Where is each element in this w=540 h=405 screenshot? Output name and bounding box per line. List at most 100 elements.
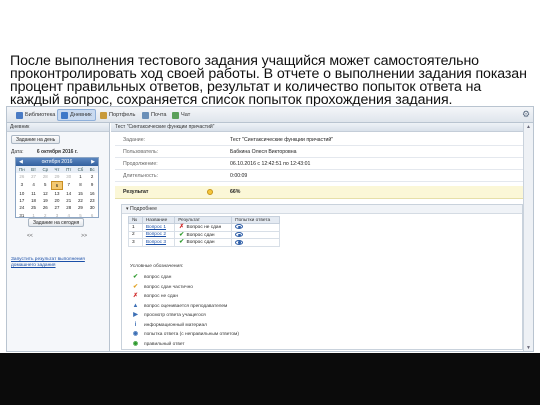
calendar-day[interactable]: 18 (28, 197, 40, 204)
nav-library-label: Библиотека (25, 112, 56, 118)
date-label: Дата: 6 октября 2016 г. (11, 149, 78, 155)
library-icon (16, 111, 23, 119)
row-number: 2 (128, 230, 143, 240)
question-link[interactable]: Вопрос 1 (141, 223, 176, 232)
info-icon: i (134, 321, 137, 328)
row-status: Вопрос сдан (186, 232, 215, 238)
nav-portfolio-label: Портфель (109, 112, 136, 118)
legend-item: ▲ вопрос оценивается преподавателем (132, 302, 332, 312)
calendar-day[interactable]: 3 (16, 181, 28, 190)
calendar-day[interactable]: 15 (75, 190, 87, 197)
calendar-day[interactable]: 30 (86, 204, 98, 211)
legend-label: вопрос оценивается преподавателем (144, 303, 228, 309)
calendar-day[interactable]: 16 (86, 190, 98, 197)
nav-library[interactable]: Библиотека (13, 109, 58, 121)
calendar-day[interactable]: 21 (63, 197, 75, 204)
question-link[interactable]: Вопрос 2 (141, 230, 176, 240)
calendar-day[interactable]: 23 (86, 197, 98, 204)
attempt-view-icon[interactable] (235, 224, 244, 230)
result-value: 66% (230, 189, 241, 195)
info-key: Задание: (123, 137, 146, 143)
nav-mail[interactable]: Почта (139, 109, 170, 121)
calendar-day[interactable]: 7 (63, 181, 75, 190)
calendar-day[interactable]: 29 (75, 204, 87, 211)
calendar-day[interactable]: 25 (28, 204, 40, 211)
calendar-day[interactable]: 24 (16, 204, 28, 211)
calendar-day[interactable]: 28 (39, 173, 51, 180)
calendar-day[interactable]: 13 (51, 190, 63, 197)
nav-portfolio[interactable]: Портфель (97, 109, 138, 121)
nav-chat[interactable]: Чат (169, 109, 193, 121)
calendar-day[interactable]: 11 (28, 190, 40, 197)
result-key: Результат (123, 189, 149, 195)
calendar-day[interactable]: 9 (86, 181, 98, 190)
calendar-day[interactable]: 8 (75, 181, 87, 190)
diary-icon (61, 111, 68, 119)
calendar-day[interactable]: 27 (51, 204, 63, 211)
info-value: Бабкина Олеся Викторовна (230, 149, 297, 155)
calendar-day[interactable]: 28 (63, 204, 75, 211)
calendar-day[interactable]: 6 (86, 212, 98, 219)
legend-item: ◉ правильный ответ (132, 340, 332, 350)
calendar-day[interactable]: 29 (51, 173, 63, 180)
prev-month-icon[interactable]: ◀ (19, 158, 23, 166)
scroll-down-icon[interactable]: ▼ (525, 345, 532, 351)
question-link[interactable]: Вопрос 3 (141, 238, 176, 247)
next-month-icon[interactable]: ▶ (91, 158, 95, 166)
teacher-icon: ▲ (132, 302, 139, 309)
calendar-dow: Пн (16, 166, 28, 174)
legend-label: вопрос не сдан (144, 294, 178, 299)
calendar-day[interactable]: 26 (16, 173, 28, 180)
nav-diary[interactable]: Дневник (57, 109, 96, 121)
details-header[interactable]: ▾ Подробнее (122, 205, 522, 214)
gear-icon[interactable]: ⚙ (522, 110, 531, 119)
row-result: ✗ Вопрос не сдан (174, 223, 233, 232)
result-medal-icon (207, 189, 213, 195)
calendar-dow: Сб (74, 166, 87, 174)
info-value: Тест "Синтаксические функции причастий" (230, 137, 334, 143)
details-label: Подробнее (130, 206, 157, 212)
scrollbar[interactable]: ▲ ▼ (523, 123, 533, 351)
goto-day-button[interactable]: Задание на день (11, 135, 61, 144)
calendar-day[interactable]: 5 (39, 181, 51, 190)
calendar-day[interactable]: 10 (16, 190, 28, 197)
calendar-dow: Пт (62, 166, 75, 174)
calendar-day[interactable]: 27 (28, 173, 40, 180)
calendar-header: ◀ октября 2016 ▶ (16, 158, 98, 166)
run-results-link[interactable]: Запустить результат выполнения домашнего… (11, 257, 107, 269)
calendar-day[interactable]: 30 (63, 173, 75, 180)
report-tab[interactable]: Тест "Синтаксические функции причастий" (111, 123, 525, 132)
calendar: ◀ октября 2016 ▶ Пн Вт Ср Чт Пт Сб Вс 26 27 28 29 3… (15, 157, 99, 218)
date-value: 6 октября 2016 г. (36, 149, 78, 155)
table-header-row: № Название Результат Попытки ответа (128, 216, 280, 224)
calendar-day[interactable]: 2 (86, 173, 98, 180)
calendar-day[interactable]: 4 (28, 181, 40, 190)
row-result: ✔ Вопрос сдан (174, 238, 233, 247)
next-week-button[interactable]: >> (81, 233, 87, 240)
calendar-day[interactable]: 1 (75, 173, 87, 180)
calendar-day[interactable]: 22 (75, 197, 87, 204)
row-status: Вопрос не сдан (186, 225, 222, 231)
calendar-day[interactable]: 6 (51, 180, 63, 190)
calendar-day[interactable]: 17 (16, 197, 28, 204)
calendar-day[interactable]: 26 (39, 204, 51, 211)
calendar-day[interactable]: 12 (39, 190, 51, 197)
today-button[interactable]: Задание на сегодня (28, 218, 85, 227)
attempt-view-icon[interactable] (235, 239, 244, 245)
mail-icon (142, 111, 149, 119)
scroll-up-icon[interactable]: ▲ (525, 124, 532, 131)
calendar-day[interactable]: 14 (63, 190, 75, 197)
calendar-day[interactable]: 31 (16, 212, 28, 219)
check-icon: ✔ (179, 231, 185, 238)
info-row-task: Задание: Тест "Синтаксические функции пр… (115, 135, 523, 146)
calendar-day[interactable]: 19 (39, 197, 51, 204)
attempt-view-icon[interactable] (235, 232, 244, 237)
legend-list: ✔ вопрос сдан ✔ вопрос сдан частично ✗ вопрос… (132, 273, 332, 349)
calendar-day[interactable]: 20 (51, 197, 63, 204)
row-attempts (231, 230, 280, 240)
calendar-dow: Вт (27, 166, 40, 174)
prev-week-button[interactable]: << (27, 233, 33, 240)
calendar-dow: Вс (86, 166, 98, 174)
result-row: Результат 66% (115, 186, 523, 199)
row-attempts (231, 238, 280, 247)
